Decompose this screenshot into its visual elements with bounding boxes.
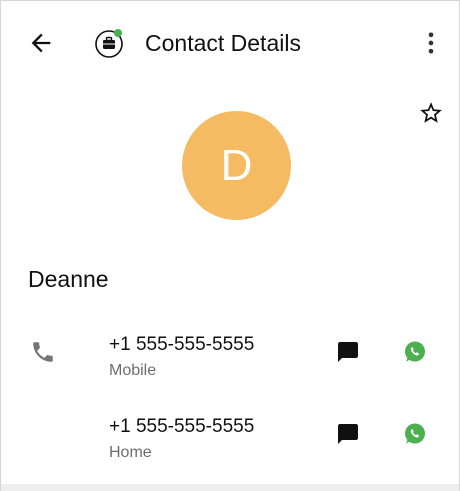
avatar-letter: D <box>220 140 253 190</box>
message-icon <box>338 424 358 444</box>
contact-details-screen: Contact Details D Deanne +1 555-555-5555… <box>0 0 460 491</box>
avatar: D <box>182 111 291 220</box>
page-title: Contact Details <box>145 30 301 56</box>
phone-icon <box>33 342 53 362</box>
phone-type-label: Mobile <box>109 362 157 379</box>
phone-number: +1 555-555-5555 <box>109 416 255 437</box>
bottom-divider <box>1 484 459 491</box>
arrow-back-icon <box>31 33 51 53</box>
message-button[interactable] <box>335 421 361 447</box>
phone-row-mobile[interactable]: +1 555-555-5555 Mobile <box>1 329 459 401</box>
work-profile-icon <box>95 29 123 58</box>
work-profile-badge <box>93 27 125 59</box>
phone-number: +1 555-555-5555 <box>109 334 255 355</box>
message-button[interactable] <box>335 339 361 365</box>
more-options-button[interactable] <box>415 27 447 59</box>
message-icon <box>338 342 358 362</box>
whatsapp-button[interactable] <box>402 421 428 447</box>
phone-type-label: Home <box>109 444 152 461</box>
whatsapp-icon <box>405 341 425 362</box>
app-bar: Contact Details <box>1 1 459 85</box>
star-outline-icon <box>420 102 442 123</box>
whatsapp-icon <box>405 423 425 444</box>
whatsapp-button[interactable] <box>402 339 428 365</box>
more-vertical-icon <box>428 32 434 54</box>
favorite-button[interactable] <box>415 97 447 129</box>
back-button[interactable] <box>25 27 57 59</box>
status-dot <box>114 29 122 37</box>
contact-name: Deanne <box>28 266 109 292</box>
phone-row-home[interactable]: +1 555-555-5555 Home <box>1 411 459 483</box>
